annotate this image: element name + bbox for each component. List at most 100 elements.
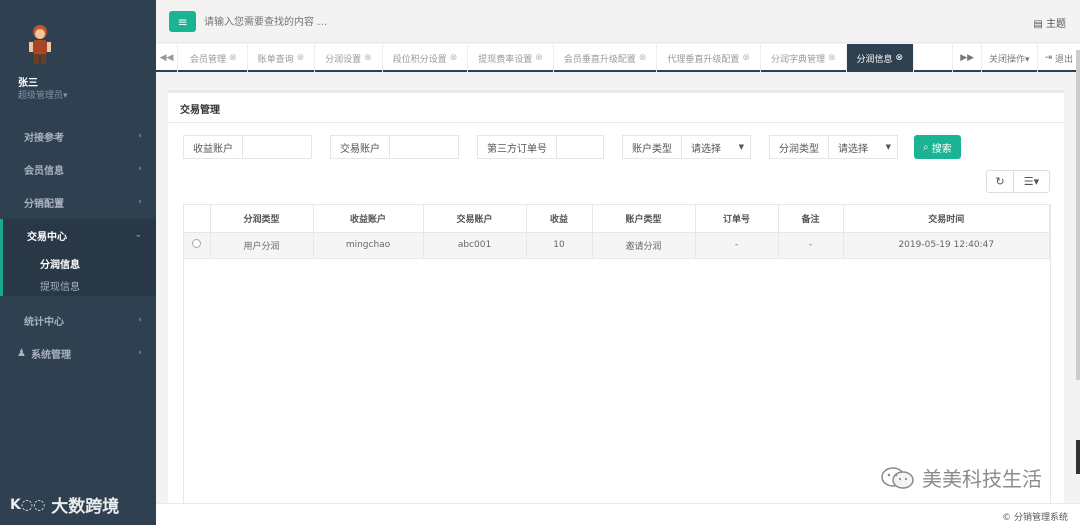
tab-bar: ◀◀ 会员管理 ⊗ 账单查询 ⊗ 分润设置 ⊗ 段位积分设置 ⊗ 提现费率设置 ⊗ 会员垂… — [156, 44, 1080, 72]
tab-bill-query[interactable]: 账单查询 ⊗ — [248, 44, 316, 72]
filter-profit-type: 分润类型 请选择 ▼ — [769, 135, 898, 159]
sidebar-item-label: 分销配置 — [24, 199, 64, 210]
refresh-icon: ↻ — [995, 175, 1005, 188]
table-cell: mingchao — [313, 232, 424, 259]
sidebar-item-label: 会员信息 — [24, 166, 64, 177]
table-header[interactable]: 收益账户 — [313, 205, 424, 233]
filter-label: 分润类型 — [769, 135, 828, 159]
tab-agent-upgrade[interactable]: 代理垂直升级配置 ⊗ — [657, 44, 761, 72]
search-input[interactable] — [204, 12, 504, 32]
tab-member-management[interactable]: 会员管理 ⊗ — [180, 44, 248, 72]
filter-income-account: 收益账户 — [183, 135, 312, 159]
wechat-icon — [881, 466, 914, 489]
table-cell: 用户分润 — [210, 232, 314, 259]
user-role-dropdown[interactable]: 超级管理员▾ — [18, 88, 68, 101]
row-radio[interactable] — [192, 239, 202, 248]
page-scrollbar[interactable] — [1076, 50, 1080, 380]
watermark-logo: K◌◌ 大数跨境 — [10, 492, 119, 518]
close-icon[interactable]: ⊗ — [535, 53, 543, 63]
table-header[interactable]: 分润类型 — [210, 205, 314, 233]
tab-label: 分润设置 — [325, 54, 362, 65]
table-header[interactable]: 备注 — [778, 205, 844, 233]
chevron-left-icon: ‹ — [138, 348, 142, 358]
tab-profit-info[interactable]: 分润信息 ⊗ — [846, 44, 915, 72]
theme-button[interactable]: ▤ 主题 — [1033, 15, 1066, 30]
select-value: 请选择 — [691, 143, 721, 155]
filter-label: 账户类型 — [622, 135, 681, 159]
chevron-left-icon: ‹ — [138, 197, 142, 207]
sidebar-item-distribution[interactable]: 分销配置 ‹ — [0, 186, 156, 219]
sidebar-subitem-withdraw-info[interactable]: 提现信息 — [3, 274, 156, 296]
close-icon[interactable]: ⊗ — [742, 53, 750, 63]
logout-button[interactable]: ⇥ 退出 — [1036, 44, 1080, 72]
tab-rank-points[interactable]: 段位积分设置 ⊗ — [383, 44, 469, 72]
sidebar-item-reference[interactable]: 对接参考 ‹ — [0, 120, 156, 153]
chevron-left-icon: ‹ — [138, 315, 142, 325]
close-operations-dropdown[interactable]: 关闭操作▾ — [981, 44, 1037, 72]
tab-withdraw-rate[interactable]: 提现费率设置 ⊗ — [468, 44, 554, 72]
logout-label: 退出 — [1054, 54, 1073, 65]
table-header[interactable]: 账户类型 — [592, 205, 696, 233]
avatar[interactable] — [22, 22, 58, 66]
table-header[interactable]: 收益 — [526, 205, 593, 233]
tab-member-upgrade[interactable]: 会员垂直升级配置 ⊗ — [554, 44, 658, 72]
tab-scroll-right-button[interactable]: ▶▶ — [952, 44, 981, 72]
table-header[interactable]: 订单号 — [695, 205, 779, 233]
profit-type-select[interactable]: 请选择 ▼ — [828, 135, 898, 159]
sidebar-item-label: 统计中心 — [24, 317, 64, 328]
watermark-wechat: 美美科技生活 — [880, 463, 1042, 492]
filter-trade-account: 交易账户 — [330, 135, 459, 159]
caret-down-icon: ▼ — [885, 143, 891, 151]
sidebar-item-trade-center[interactable]: 交易中心 ⌄ — [3, 219, 156, 252]
tab-scroll-left-button[interactable]: ◀◀ — [156, 44, 178, 72]
income-account-input[interactable] — [242, 135, 312, 159]
tab-profit-settings[interactable]: 分润设置 ⊗ — [315, 44, 383, 72]
sidebar-item-label: 系统管理 — [30, 350, 71, 361]
table-cell: 10 — [526, 232, 593, 259]
hamburger-icon: ≡ — [177, 14, 188, 29]
side-tab-handle[interactable] — [1076, 440, 1080, 474]
tab-profit-dictionary[interactable]: 分润字典管理 ⊗ — [761, 44, 847, 72]
table-row[interactable]: 用户分润 mingchao abc001 10 邀请分润 - - 2019-05… — [184, 232, 1050, 259]
filter-bar: 收益账户 交易账户 第三方订单号 账户类型 请选择 ▼ 分润类型 请选择 ▼ ⌕ 搜… — [183, 135, 961, 159]
third-order-input[interactable] — [556, 135, 604, 159]
filter-third-order: 第三方订单号 — [477, 135, 604, 159]
logo-icon: K◌◌ — [10, 496, 46, 513]
close-icon[interactable]: ⊗ — [364, 53, 372, 63]
account-type-select[interactable]: 请选择 ▼ — [681, 135, 751, 159]
sidebar-item-system[interactable]: ♟ 系统管理 ‹ — [0, 337, 156, 370]
row-select-cell — [184, 232, 211, 259]
tab-label: 会员垂直升级配置 — [563, 54, 636, 65]
close-icon[interactable]: ⊗ — [229, 53, 237, 63]
sidebar-item-statistics[interactable]: 统计中心 ‹ — [0, 304, 156, 337]
close-icon[interactable]: ⊗ — [297, 53, 305, 63]
tab-label: 代理垂直升级配置 — [667, 54, 740, 65]
data-table: 分润类型 收益账户 交易账户 收益 账户类型 订单号 备注 交易时间 用户分润 … — [183, 204, 1051, 504]
table-cell: - — [695, 232, 779, 259]
table-header-row: 分润类型 收益账户 交易账户 收益 账户类型 订单号 备注 交易时间 — [184, 205, 1050, 233]
search-button[interactable]: ⌕ 搜索 — [914, 135, 961, 159]
search-icon: ⌕ — [923, 141, 929, 153]
close-icon[interactable]: ⊗ — [639, 53, 647, 63]
table-cell: 邀请分润 — [592, 232, 696, 259]
menu-toggle-button[interactable]: ≡ — [169, 11, 196, 32]
tab-label: 段位积分设置 — [392, 54, 447, 65]
theme-label: 主题 — [1046, 19, 1066, 30]
trade-account-input[interactable] — [389, 135, 459, 159]
main-panel: 交易管理 收益账户 交易账户 第三方订单号 账户类型 请选择 ▼ 分润类型 请选择… — [168, 90, 1064, 510]
chevron-left-icon: ‹ — [138, 164, 142, 174]
close-icon[interactable]: ⊗ — [450, 53, 458, 63]
filter-label: 交易账户 — [330, 135, 389, 159]
close-icon[interactable]: ⊗ — [896, 53, 904, 63]
sidebar: 张三 超级管理员▾ 对接参考 ‹ 会员信息 ‹ 分销配置 ‹ 交易中心 ⌄ 分润信息 提… — [0, 0, 156, 525]
table-header-select — [184, 205, 211, 233]
columns-dropdown-button[interactable]: ☰▾ — [1014, 170, 1050, 193]
sidebar-subitem-profit-info[interactable]: 分润信息 — [3, 252, 156, 274]
sidebar-item-members[interactable]: 会员信息 ‹ — [0, 153, 156, 186]
topbar: ≡ ▤ 主题 — [156, 0, 1080, 43]
tab-label: 分润字典管理 — [770, 54, 825, 65]
table-header[interactable]: 交易账户 — [423, 205, 527, 233]
close-icon[interactable]: ⊗ — [828, 53, 836, 63]
table-header[interactable]: 交易时间 — [843, 205, 1050, 233]
refresh-button[interactable]: ↻ — [986, 170, 1014, 193]
